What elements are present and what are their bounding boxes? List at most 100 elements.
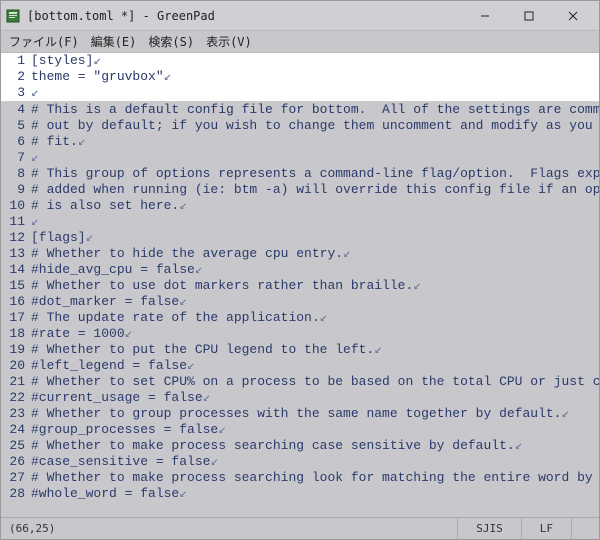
editor-line[interactable]: 26#case_sensitive = false↙ (1, 454, 599, 470)
line-content[interactable]: # added when running (ie: btm -a) will o… (31, 182, 599, 198)
eol-marker-icon: ↙ (86, 230, 94, 245)
status-line-ending[interactable]: LF (521, 518, 571, 539)
line-content[interactable]: #rate = 1000↙ (31, 326, 599, 342)
eol-marker-icon: ↙ (179, 486, 187, 501)
line-number: 8 (1, 166, 31, 182)
line-number: 13 (1, 246, 31, 262)
editor-line[interactable]: 18#rate = 1000↙ (1, 326, 599, 342)
status-resize-grip[interactable] (571, 518, 591, 539)
line-number: 12 (1, 230, 31, 246)
line-number: 3 (1, 85, 31, 101)
line-number: 10 (1, 198, 31, 214)
editor-line[interactable]: 4# This is a default config file for bot… (1, 102, 599, 118)
editor-dim-region[interactable]: 4# This is a default config file for bot… (1, 102, 599, 517)
editor-line[interactable]: 25# Whether to make process searching ca… (1, 438, 599, 454)
editor-line[interactable]: 20#left_legend = false↙ (1, 358, 599, 374)
line-content[interactable]: # fit.↙ (31, 134, 599, 150)
editor-highlight-region[interactable]: 1[styles]↙2theme = "gruvbox"↙3↙ (1, 53, 599, 102)
line-number: 15 (1, 278, 31, 294)
eol-marker-icon: ↙ (179, 198, 187, 213)
maximize-button[interactable] (507, 2, 551, 30)
editor-line[interactable]: 3↙ (1, 85, 599, 101)
editor-line[interactable]: 15# Whether to use dot markers rather th… (1, 278, 599, 294)
editor-line[interactable]: 12[flags]↙ (1, 230, 599, 246)
line-number: 6 (1, 134, 31, 150)
editor[interactable]: 1[styles]↙2theme = "gruvbox"↙3↙ 4# This … (1, 53, 599, 517)
line-number: 24 (1, 422, 31, 438)
line-content[interactable]: #whole_word = false↙ (31, 486, 599, 502)
eol-marker-icon: ↙ (164, 69, 172, 84)
editor-line[interactable]: 9# added when running (ie: btm -a) will … (1, 182, 599, 198)
line-content[interactable]: [styles]↙ (31, 53, 599, 69)
line-content[interactable]: [flags]↙ (31, 230, 599, 246)
editor-line[interactable]: 6# fit.↙ (1, 134, 599, 150)
menu-search[interactable]: 検索(S) (148, 33, 194, 50)
eol-marker-icon: ↙ (93, 53, 101, 68)
editor-line[interactable]: 2theme = "gruvbox"↙ (1, 69, 599, 85)
editor-line[interactable]: 14#hide_avg_cpu = false↙ (1, 262, 599, 278)
editor-line[interactable]: 7↙ (1, 150, 599, 166)
line-number: 11 (1, 214, 31, 230)
app-window: [bottom.toml *] - GreenPad ファイル(F) 編集(E)… (0, 0, 600, 540)
editor-line[interactable]: 1[styles]↙ (1, 53, 599, 69)
line-content[interactable]: # This group of options represents a com… (31, 166, 599, 182)
line-number: 16 (1, 294, 31, 310)
line-content[interactable]: # Whether to use dot markers rather than… (31, 278, 599, 294)
titlebar[interactable]: [bottom.toml *] - GreenPad (1, 1, 599, 31)
status-encoding[interactable]: SJIS (457, 518, 521, 539)
editor-line[interactable]: 11↙ (1, 214, 599, 230)
line-content[interactable]: ↙ (31, 85, 599, 101)
line-content[interactable]: # Whether to group processes with the sa… (31, 406, 599, 422)
line-number: 1 (1, 53, 31, 69)
line-number: 5 (1, 118, 31, 134)
editor-line[interactable]: 19# Whether to put the CPU legend to the… (1, 342, 599, 358)
editor-line[interactable]: 17# The update rate of the application.↙ (1, 310, 599, 326)
line-content[interactable]: #case_sensitive = false↙ (31, 454, 599, 470)
line-content[interactable]: # Whether to set CPU% on a process to be… (31, 374, 599, 390)
line-number: 21 (1, 374, 31, 390)
editor-line[interactable]: 16#dot_marker = false↙ (1, 294, 599, 310)
editor-line[interactable]: 27# Whether to make process searching lo… (1, 470, 599, 486)
minimize-button[interactable] (463, 2, 507, 30)
line-number: 25 (1, 438, 31, 454)
editor-line[interactable]: 5# out by default; if you wish to change… (1, 118, 599, 134)
line-content[interactable]: theme = "gruvbox"↙ (31, 69, 599, 85)
line-content[interactable]: #current_usage = false↙ (31, 390, 599, 406)
eol-marker-icon: ↙ (179, 294, 187, 309)
line-content[interactable]: #hide_avg_cpu = false↙ (31, 262, 599, 278)
menu-file[interactable]: ファイル(F) (9, 33, 79, 50)
line-content[interactable]: #left_legend = false↙ (31, 358, 599, 374)
line-content[interactable]: # Whether to make process searching look… (31, 470, 599, 486)
line-content[interactable]: #group_processes = false↙ (31, 422, 599, 438)
window-controls (463, 2, 595, 30)
editor-line[interactable]: 13# Whether to hide the average cpu entr… (1, 246, 599, 262)
editor-line[interactable]: 28#whole_word = false↙ (1, 486, 599, 502)
menubar: ファイル(F) 編集(E) 検索(S) 表示(V) (1, 31, 599, 53)
menu-edit[interactable]: 編集(E) (91, 33, 137, 50)
editor-line[interactable]: 8# This group of options represents a co… (1, 166, 599, 182)
editor-line[interactable]: 24#group_processes = false↙ (1, 422, 599, 438)
line-content[interactable]: # This is a default config file for bott… (31, 102, 599, 118)
eol-marker-icon: ↙ (343, 246, 351, 261)
line-number: 9 (1, 182, 31, 198)
close-button[interactable] (551, 2, 595, 30)
editor-line[interactable]: 23# Whether to group processes with the … (1, 406, 599, 422)
line-content[interactable]: # Whether to hide the average cpu entry.… (31, 246, 599, 262)
eol-marker-icon: ↙ (210, 454, 218, 469)
line-content[interactable]: ↙ (31, 150, 599, 166)
line-content[interactable]: # Whether to make process searching case… (31, 438, 599, 454)
menu-view[interactable]: 表示(V) (206, 33, 252, 50)
line-content[interactable]: # is also set here.↙ (31, 198, 599, 214)
eol-marker-icon: ↙ (203, 390, 211, 405)
line-number: 28 (1, 486, 31, 502)
line-content[interactable]: # Whether to put the CPU legend to the l… (31, 342, 599, 358)
line-number: 18 (1, 326, 31, 342)
line-content[interactable]: ↙ (31, 214, 599, 230)
line-content[interactable]: #dot_marker = false↙ (31, 294, 599, 310)
line-content[interactable]: # The update rate of the application.↙ (31, 310, 599, 326)
line-number: 2 (1, 69, 31, 85)
editor-line[interactable]: 22#current_usage = false↙ (1, 390, 599, 406)
editor-line[interactable]: 10# is also set here.↙ (1, 198, 599, 214)
editor-line[interactable]: 21# Whether to set CPU% on a process to … (1, 374, 599, 390)
line-content[interactable]: # out by default; if you wish to change … (31, 118, 599, 134)
